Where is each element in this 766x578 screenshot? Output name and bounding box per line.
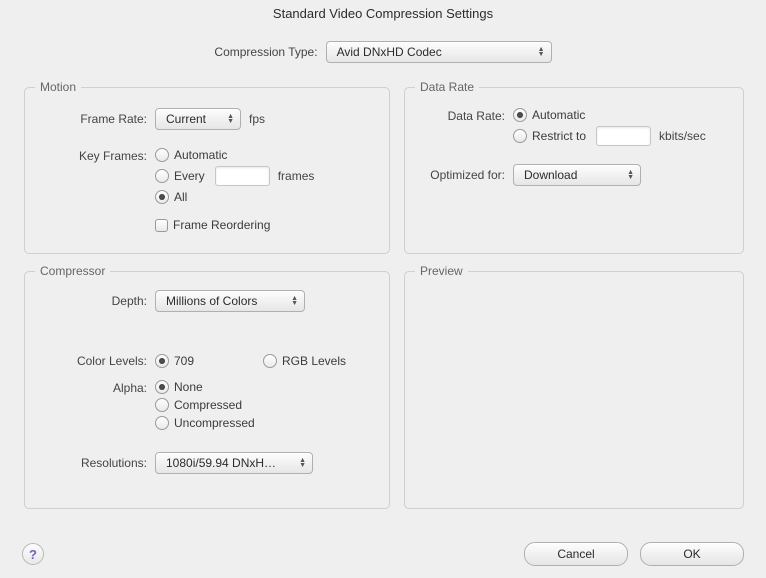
alpha-uncompressed-radio[interactable]: [155, 416, 169, 430]
alpha-uncompressed-label: Uncompressed: [174, 416, 255, 430]
frame-rate-value: Current: [166, 112, 206, 126]
help-button[interactable]: ?: [22, 543, 44, 565]
frame-rate-select[interactable]: Current ▲▼: [155, 108, 241, 130]
frame-reordering-label: Frame Reordering: [173, 218, 270, 232]
key-frames-all-radio[interactable]: [155, 190, 169, 204]
optimized-for-label: Optimized for:: [405, 168, 513, 182]
data-rate-group: Data Rate Data Rate: Automatic Restrict …: [404, 80, 744, 254]
cancel-button-label: Cancel: [557, 547, 594, 561]
updown-arrows-icon: ▲▼: [299, 458, 306, 468]
key-frames-every-label: Every: [174, 169, 205, 183]
key-frames-automatic-label: Automatic: [174, 148, 227, 162]
depth-label: Depth:: [25, 294, 155, 308]
compression-type-value: Avid DNxHD Codec: [337, 45, 442, 59]
key-frames-label: Key Frames:: [25, 148, 155, 163]
color-levels-label: Color Levels:: [25, 354, 155, 368]
key-frames-every-unit: frames: [278, 169, 315, 183]
updown-arrows-icon: ▲▼: [627, 170, 634, 180]
key-frames-automatic-radio[interactable]: [155, 148, 169, 162]
updown-arrows-icon: ▲▼: [227, 114, 234, 124]
frame-rate-label: Frame Rate:: [25, 112, 155, 126]
color-levels-rgb-radio[interactable]: [263, 354, 277, 368]
data-rate-restrict-unit: kbits/sec: [659, 129, 706, 143]
color-levels-709-label: 709: [174, 354, 194, 368]
key-frames-every-radio[interactable]: [155, 169, 169, 183]
cancel-button[interactable]: Cancel: [524, 542, 628, 566]
frame-rate-unit: fps: [249, 112, 265, 126]
compression-type-label: Compression Type:: [214, 45, 317, 59]
motion-group: Motion Frame Rate: Current ▲▼ fps Key Fr…: [24, 80, 390, 254]
depth-value: Millions of Colors: [166, 294, 257, 308]
data-rate-automatic-label: Automatic: [532, 108, 585, 122]
frame-reordering-checkbox[interactable]: [155, 219, 168, 232]
alpha-compressed-label: Compressed: [174, 398, 242, 412]
data-rate-automatic-radio[interactable]: [513, 108, 527, 122]
compressor-legend: Compressor: [35, 264, 110, 278]
alpha-compressed-radio[interactable]: [155, 398, 169, 412]
data-rate-restrict-label: Restrict to: [532, 129, 586, 143]
key-frames-all-label: All: [174, 190, 187, 204]
resolutions-label: Resolutions:: [25, 456, 155, 470]
resolutions-select[interactable]: 1080i/59.94 DNxH… ▲▼: [155, 452, 313, 474]
ok-button-label: OK: [683, 547, 700, 561]
alpha-none-label: None: [174, 380, 203, 394]
optimized-for-select[interactable]: Download ▲▼: [513, 164, 641, 186]
color-levels-rgb-label: RGB Levels: [282, 354, 346, 368]
optimized-for-value: Download: [524, 168, 577, 182]
color-levels-709-radio[interactable]: [155, 354, 169, 368]
resolutions-value: 1080i/59.94 DNxH…: [166, 456, 276, 470]
updown-arrows-icon: ▲▼: [538, 47, 545, 57]
compressor-group: Compressor Depth: Millions of Colors ▲▼ …: [24, 264, 390, 509]
updown-arrows-icon: ▲▼: [291, 296, 298, 306]
alpha-none-radio[interactable]: [155, 380, 169, 394]
depth-select[interactable]: Millions of Colors ▲▼: [155, 290, 305, 312]
data-rate-label: Data Rate:: [405, 108, 513, 123]
motion-legend: Motion: [35, 80, 81, 94]
compression-type-select[interactable]: Avid DNxHD Codec ▲▼: [326, 41, 552, 63]
data-rate-legend: Data Rate: [415, 80, 479, 94]
alpha-label: Alpha:: [25, 380, 155, 395]
window-title: Standard Video Compression Settings: [0, 0, 766, 29]
preview-legend: Preview: [415, 264, 468, 278]
key-frames-every-field[interactable]: [215, 166, 270, 186]
data-rate-restrict-radio[interactable]: [513, 129, 527, 143]
preview-group: Preview: [404, 264, 744, 509]
data-rate-restrict-field[interactable]: [596, 126, 651, 146]
ok-button[interactable]: OK: [640, 542, 744, 566]
